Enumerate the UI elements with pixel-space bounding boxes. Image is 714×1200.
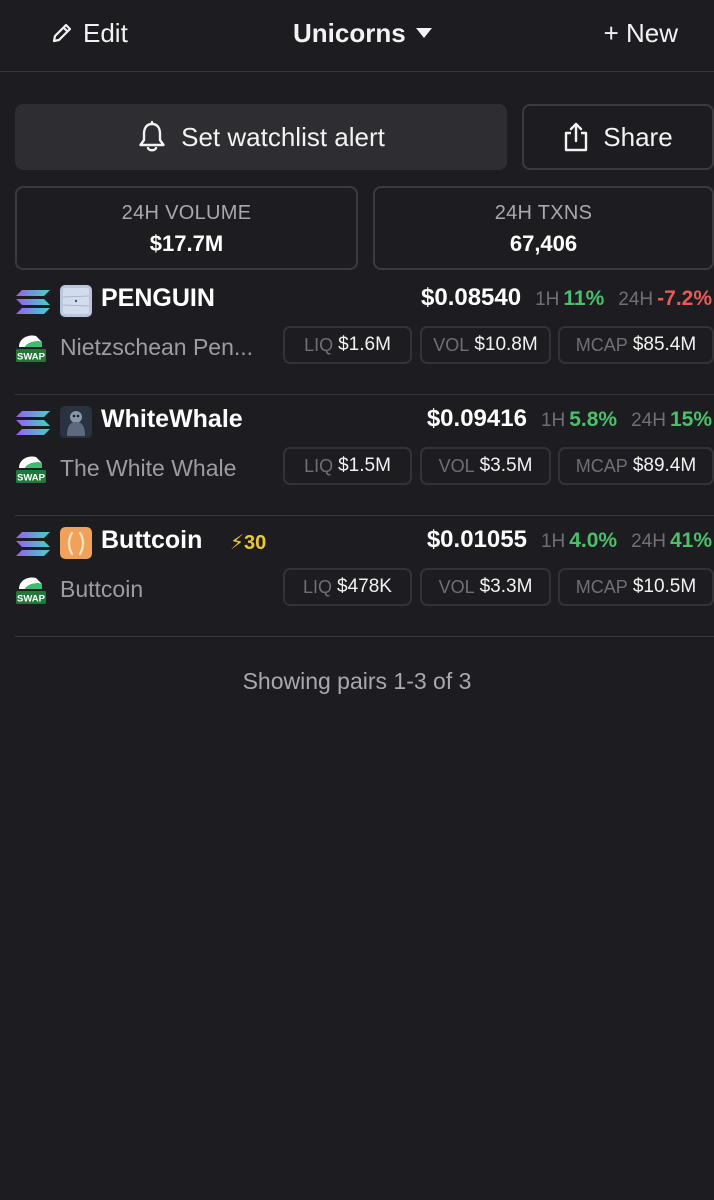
- txns-label: 24H TXNS: [494, 202, 593, 224]
- h24-label: 24H: [631, 531, 666, 552]
- watchlist-selector[interactable]: Unicorns: [293, 16, 433, 50]
- raydium-swap-icon: SWAP: [15, 573, 47, 610]
- mcap-value: $85.4M: [632, 334, 697, 355]
- volume-label: 24H VOLUME: [121, 202, 252, 224]
- vol-label: VOL: [433, 334, 470, 355]
- pair-symbol: WhiteWhale: [101, 405, 243, 433]
- mcap-pill: MCAP $89.4M: [558, 447, 714, 485]
- txns-value: 67,406: [509, 231, 578, 256]
- liq-value: $478K: [337, 576, 392, 597]
- swap-badge-text: SWAP: [17, 594, 46, 605]
- vol-value: $3.5M: [479, 455, 533, 476]
- pair-row-buttcoin[interactable]: Buttcoin ⚡30 SWAP Buttcoin $0.01055 1H 4…: [15, 516, 714, 637]
- alert-label: Set watchlist alert: [181, 121, 385, 152]
- h24-change: 41%: [669, 529, 712, 552]
- new-label: + New: [603, 17, 678, 48]
- pairs-count-footer: Showing pairs 1-3 of 3: [242, 668, 472, 694]
- buttcoin-token-icon: [60, 527, 92, 559]
- price-line: $0.09416 1H 5.8% 24H 15%: [427, 405, 712, 433]
- edit-button[interactable]: Edit: [50, 16, 128, 50]
- vol-pill: VOL $3.3M: [420, 568, 551, 606]
- vol-label: VOL: [438, 455, 475, 476]
- pencil-icon: [50, 21, 74, 45]
- mcap-label: MCAP: [575, 334, 628, 355]
- solana-icon: [15, 288, 51, 321]
- mcap-label: MCAP: [575, 576, 628, 597]
- edit-label: Edit: [83, 17, 128, 48]
- raydium-swap-icon: SWAP: [15, 331, 47, 368]
- liq-value: $1.6M: [338, 334, 391, 355]
- swap-badge-text: SWAP: [17, 473, 46, 484]
- vol-label: VOL: [438, 576, 475, 597]
- whitewhale-token-icon: [60, 406, 92, 438]
- mcap-value: $10.5M: [632, 576, 697, 597]
- vol-value: $10.8M: [474, 334, 538, 355]
- mcap-value: $89.4M: [632, 455, 697, 476]
- vol-value: $3.3M: [479, 576, 533, 597]
- pair-symbol: Buttcoin: [101, 526, 203, 554]
- pair-price: $0.08540: [421, 284, 522, 311]
- pair-token-name: The White Whale: [60, 455, 237, 481]
- bell-icon: [137, 121, 167, 153]
- liq-pill: LIQ $1.6M: [283, 326, 412, 364]
- solana-icon: [15, 409, 51, 442]
- h1-change: 11%: [563, 287, 605, 310]
- h24-label: 24H: [631, 410, 666, 431]
- vol-pill: VOL $10.8M: [420, 326, 551, 364]
- mcap-pill: MCAP $85.4M: [558, 326, 714, 364]
- h1-change: 4.0%: [569, 529, 618, 552]
- watchlist-title: Unicorns: [293, 17, 406, 48]
- raydium-swap-icon: SWAP: [15, 452, 47, 489]
- liq-pill: LIQ $478K: [283, 568, 412, 606]
- solana-icon: [15, 530, 51, 563]
- h1-label: 1H: [540, 410, 566, 431]
- boost-badge: ⚡30: [230, 532, 267, 554]
- share-label: Share: [603, 121, 673, 152]
- pair-row-whitewhale[interactable]: WhiteWhale SWAP The White Whale $0.09416…: [15, 395, 714, 516]
- pair-price: $0.01055: [426, 526, 527, 553]
- price-line: $0.08540 1H 11% 24H -7.2%: [421, 284, 712, 312]
- share-icon: [563, 121, 589, 153]
- h1-change: 5.8%: [569, 408, 618, 431]
- set-watchlist-alert-button[interactable]: Set watchlist alert: [15, 104, 507, 170]
- price-line: $0.01055 1H 4.0% 24H 41%: [427, 526, 712, 554]
- caret-down-icon: [415, 27, 433, 39]
- penguin-token-icon: [60, 285, 92, 317]
- txns-stat-card: 24H TXNS 67,406: [373, 186, 714, 270]
- vol-pill: VOL $3.5M: [420, 447, 551, 485]
- share-button[interactable]: Share: [522, 104, 714, 170]
- liq-value: $1.5M: [338, 455, 391, 476]
- mcap-label: MCAP: [575, 455, 628, 476]
- pair-price: $0.09416: [426, 405, 527, 432]
- volume-stat-card: 24H VOLUME $17.7M: [15, 186, 358, 270]
- h24-change: -7.2%: [657, 287, 712, 310]
- liq-pill: LIQ $1.5M: [283, 447, 412, 485]
- new-watchlist-button[interactable]: + New: [604, 16, 678, 50]
- swap-badge-text: SWAP: [17, 352, 46, 363]
- pair-token-name: Nietzschean Pen...: [60, 334, 254, 360]
- volume-value: $17.7M: [149, 231, 224, 256]
- top-bar: Edit Unicorns + New: [0, 0, 714, 72]
- pair-row-penguin[interactable]: PENGUIN SWAP Nietzschean Pen... $0.08540…: [15, 274, 714, 395]
- h1-label: 1H: [540, 531, 566, 552]
- liq-label: LIQ: [304, 455, 334, 476]
- pair-token-name: Buttcoin: [60, 576, 144, 602]
- h24-change: 15%: [669, 408, 712, 431]
- liq-label: LIQ: [303, 576, 333, 597]
- h1-label: 1H: [535, 289, 560, 310]
- pair-symbol: PENGUIN: [101, 284, 215, 312]
- liq-label: LIQ: [304, 334, 334, 355]
- h24-label: 24H: [618, 289, 654, 310]
- mcap-pill: MCAP $10.5M: [558, 568, 714, 606]
